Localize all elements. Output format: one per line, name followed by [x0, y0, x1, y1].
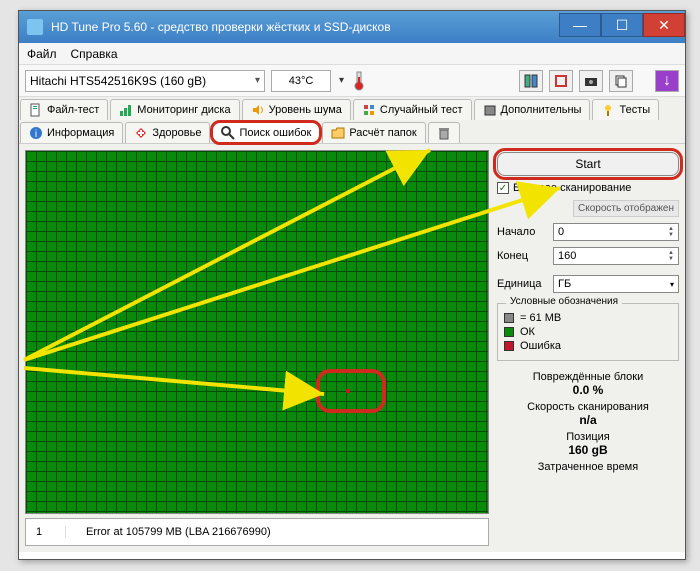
content-area: 1 Error at 105799 MB (LBA 216676990) Sta… [19, 144, 685, 552]
menu-file[interactable]: Файл [27, 47, 57, 61]
end-label: Конец [497, 250, 547, 262]
tab-trash[interactable] [428, 122, 460, 143]
toolbar-btn-copy[interactable] [609, 70, 633, 92]
damaged-value: 0.0 % [497, 383, 679, 397]
end-input[interactable]: 160▲▼ [553, 247, 679, 265]
right-panel: Start ✓ Быстрое сканирование Скорость от… [497, 150, 679, 546]
tab-info[interactable]: iИнформация [20, 122, 123, 143]
tab-folders[interactable]: Расчёт папок [322, 122, 425, 143]
left-panel: 1 Error at 105799 MB (LBA 216676990) [25, 150, 489, 546]
tab-file-test[interactable]: Файл-тест [20, 99, 108, 120]
time-label: Затраченное время [497, 461, 679, 473]
minimize-button[interactable]: — [559, 13, 601, 37]
tab-extra[interactable]: Дополнительны [474, 99, 591, 120]
menu-help[interactable]: Справка [71, 47, 118, 61]
scanspeed-label: Скорость сканирования [497, 401, 679, 413]
legend-error: Ошибка [520, 340, 561, 352]
display-speed-button[interactable]: Скорость отображен [573, 200, 679, 217]
unit-label: Единица [497, 278, 547, 290]
thermometer-icon [352, 71, 366, 91]
folder-icon [331, 126, 345, 140]
tab-bar: Файл-тест Мониторинг диска Уровень шума … [19, 97, 685, 144]
svg-text:i: i [35, 129, 37, 140]
menubar: Файл Справка [19, 43, 685, 65]
quick-scan-row: ✓ Быстрое сканирование [497, 182, 679, 194]
titlebar: HD Tune Pro 5.60 - средство проверки жёс… [19, 11, 685, 43]
legend-ok: ОК [520, 326, 535, 338]
highlight-error-oval [316, 369, 386, 413]
toolbar-btn-1[interactable] [519, 70, 543, 92]
legend-box: Условные обозначения = 61 MB ОК Ошибка [497, 303, 679, 361]
toolbar-btn-camera[interactable] [579, 70, 603, 92]
window-title: HD Tune Pro 5.60 - средство проверки жёс… [51, 20, 559, 34]
quick-scan-checkbox[interactable]: ✓ [497, 182, 509, 194]
temp-dropdown-icon[interactable]: ▾ [337, 75, 346, 86]
legend-title: Условные обозначения [506, 296, 622, 307]
drive-selector[interactable]: Hitachi HTS542516K9S (160 gB) [25, 70, 265, 92]
error-table: 1 Error at 105799 MB (LBA 216676990) [25, 518, 489, 546]
tab-noise[interactable]: Уровень шума [242, 99, 351, 120]
start-button[interactable]: Start [497, 152, 679, 176]
close-button[interactable]: ✕ [643, 13, 685, 37]
tab-tests[interactable]: Тесты [592, 99, 659, 120]
error-row-text: Error at 105799 MB (LBA 216676990) [66, 526, 271, 538]
position-value: 160 gB [497, 443, 679, 457]
tab-random[interactable]: Случайный тест [353, 99, 472, 120]
position-label: Позиция [497, 431, 679, 443]
start-label: Начало [497, 226, 547, 238]
app-icon [27, 19, 43, 35]
legend-block: = 61 MB [520, 312, 561, 324]
block-grid [25, 150, 489, 514]
trash-icon [437, 126, 451, 140]
toolbar-btn-save[interactable]: ↓ [655, 70, 679, 92]
maximize-button[interactable]: ☐ [601, 13, 643, 37]
toolbar-btn-2[interactable] [549, 70, 573, 92]
tab-error-scan[interactable]: Поиск ошибок [212, 122, 320, 143]
magnifier-icon [221, 126, 235, 140]
damaged-label: Повреждённые блоки [497, 371, 679, 383]
start-input[interactable]: 0▲▼ [553, 223, 679, 241]
toolbar: Hitachi HTS542516K9S (160 gB) 43°C ▾ ↓ [19, 65, 685, 97]
tab-monitoring[interactable]: Мониторинг диска [110, 99, 239, 120]
temperature-display: 43°C [271, 70, 331, 92]
scanspeed-value: n/a [497, 413, 679, 427]
tab-health[interactable]: Здоровье [125, 122, 210, 143]
stats-panel: Повреждённые блоки 0.0 % Скорость сканир… [497, 367, 679, 473]
unit-select[interactable]: ГБ [553, 275, 679, 293]
error-row-num: 1 [26, 526, 66, 538]
quick-scan-label: Быстрое сканирование [513, 182, 631, 194]
app-window: HD Tune Pro 5.60 - средство проверки жёс… [18, 10, 686, 560]
